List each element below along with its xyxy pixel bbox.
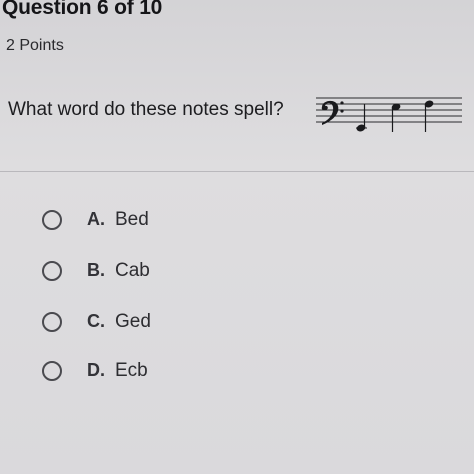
radio-button-icon[interactable] xyxy=(42,210,62,230)
option-label: Ged xyxy=(115,311,151,332)
option-a[interactable]: A. Bed xyxy=(42,206,242,236)
option-label: Ecb xyxy=(115,360,148,381)
option-letter: C. xyxy=(87,311,105,331)
quiz-page: Question 6 of 10 2 Points What word do t… xyxy=(0,0,474,474)
section-divider xyxy=(0,171,474,172)
note-2-icon xyxy=(391,103,401,132)
option-d[interactable]: D. Ecb xyxy=(42,357,242,387)
option-c[interactable]: C. Ged xyxy=(42,308,242,338)
option-letter: D. xyxy=(87,360,105,380)
radio-button-icon[interactable] xyxy=(42,361,62,381)
bass-clef-staff-icon xyxy=(316,97,462,132)
note-1-icon xyxy=(356,104,367,132)
question-prompt: What word do these notes spell? xyxy=(8,99,284,120)
option-label: Bed xyxy=(115,209,149,230)
radio-button-icon[interactable] xyxy=(42,261,62,281)
option-letter: B. xyxy=(87,260,105,280)
points-label: 2 Points xyxy=(6,37,64,54)
option-label: Cab xyxy=(115,260,150,281)
option-letter: A. xyxy=(87,209,105,229)
option-b[interactable]: B. Cab xyxy=(42,257,242,287)
question-title: Question 6 of 10 xyxy=(2,0,163,19)
radio-button-icon[interactable] xyxy=(42,312,62,332)
